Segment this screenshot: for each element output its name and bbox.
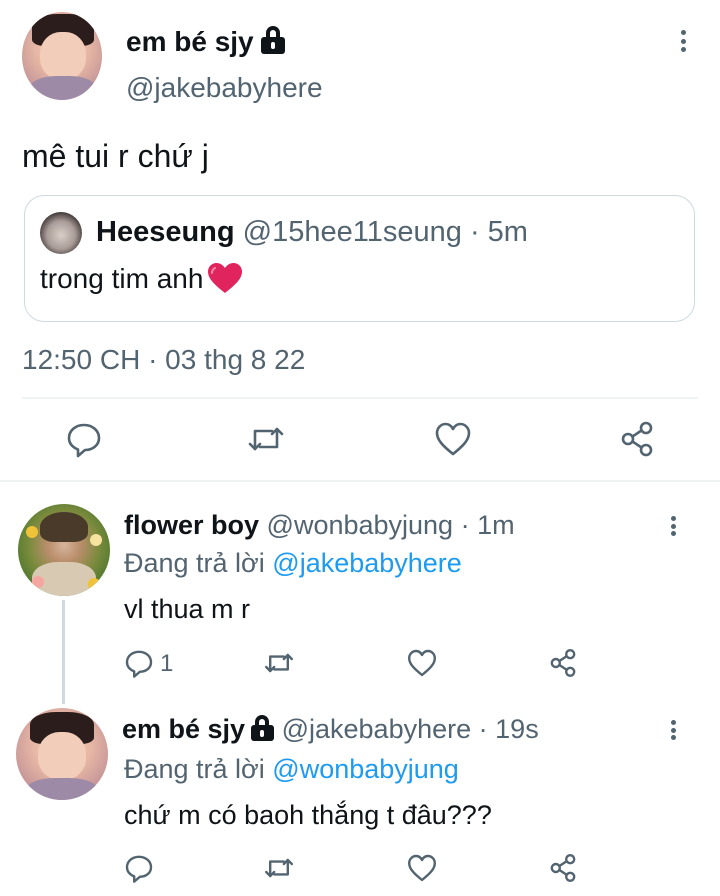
divider: [22, 397, 698, 399]
reply-text: chứ m có baoh thắng t đâu???: [124, 800, 492, 830]
thread-connector-line: [62, 600, 65, 704]
tweet-timestamp[interactable]: 12:50 CH · 03 thg 8 22: [22, 344, 305, 376]
more-icon[interactable]: [671, 26, 695, 56]
reply-time[interactable]: 19s: [495, 714, 539, 744]
divider: [0, 480, 720, 482]
reply-handle[interactable]: @jakebabyhere: [282, 714, 472, 744]
more-icon[interactable]: [661, 716, 685, 744]
share-icon[interactable]: [547, 647, 579, 679]
tweet-text: mê tui r chứ j: [22, 138, 209, 174]
like-icon[interactable]: [406, 647, 438, 679]
retweet-icon[interactable]: [263, 647, 295, 679]
lock-icon: [260, 26, 286, 54]
share-icon[interactable]: [617, 419, 657, 459]
reply-separator: ·: [478, 714, 488, 744]
retweet-icon[interactable]: [263, 852, 295, 884]
reply-icon[interactable]: [123, 647, 155, 679]
replying-to-line: Đang trả lời @jakebabyhere: [124, 548, 462, 579]
like-icon[interactable]: [406, 852, 438, 884]
reply-handle[interactable]: @wonbabyjung: [267, 510, 454, 540]
lock-icon: [250, 715, 275, 741]
quoted-separator: ·: [469, 216, 480, 248]
reply-display-name[interactable]: flower boy: [124, 510, 259, 540]
quoted-text-row: trong tim anh: [40, 262, 243, 295]
retweet-icon[interactable]: [246, 419, 286, 459]
replying-to-link[interactable]: @wonbabyjung: [272, 754, 459, 784]
quoted-tweet-card[interactable]: [24, 195, 695, 322]
quoted-handle: @15hee11seung: [242, 216, 462, 248]
quoted-text: trong tim anh: [40, 263, 204, 294]
reply-separator: ·: [460, 510, 470, 540]
reply-icon[interactable]: [123, 852, 155, 884]
replying-to-link[interactable]: @jakebabyhere: [272, 548, 462, 578]
replying-to-label: Đang trả lời: [124, 754, 265, 784]
replying-to-line: Đang trả lời @wonbabyjung: [124, 754, 459, 785]
more-icon[interactable]: [661, 512, 685, 540]
share-icon[interactable]: [547, 852, 579, 884]
reply-time[interactable]: 1m: [477, 510, 515, 540]
quoted-display-name: Heeseung: [96, 216, 235, 248]
reply-display-name[interactable]: em bé sjy: [122, 714, 245, 744]
reply-author-avatar[interactable]: [16, 708, 108, 800]
replying-to-label: Đang trả lời: [124, 548, 265, 578]
quoted-header: Heeseung @15hee11seung · 5m: [96, 216, 528, 249]
author-name-row[interactable]: em bé sjy: [126, 26, 286, 58]
heart-emoji-icon: [207, 262, 243, 294]
author-handle[interactable]: @jakebabyhere: [126, 72, 323, 104]
reply-author-avatar[interactable]: [18, 504, 110, 596]
reply-count: 1: [160, 650, 174, 677]
reply-header: em bé sjy @jakebabyhere · 19s: [122, 714, 539, 745]
reply-icon[interactable]: [64, 419, 104, 459]
quoted-time: 5m: [487, 216, 528, 248]
reply-header: flower boy @wonbabyjung · 1m: [124, 510, 515, 541]
quoted-author-avatar: [40, 212, 82, 254]
author-display-name[interactable]: em bé sjy: [126, 26, 254, 57]
reply-text: vl thua m r: [124, 594, 251, 624]
author-avatar[interactable]: [22, 12, 102, 100]
like-icon[interactable]: [433, 419, 473, 459]
